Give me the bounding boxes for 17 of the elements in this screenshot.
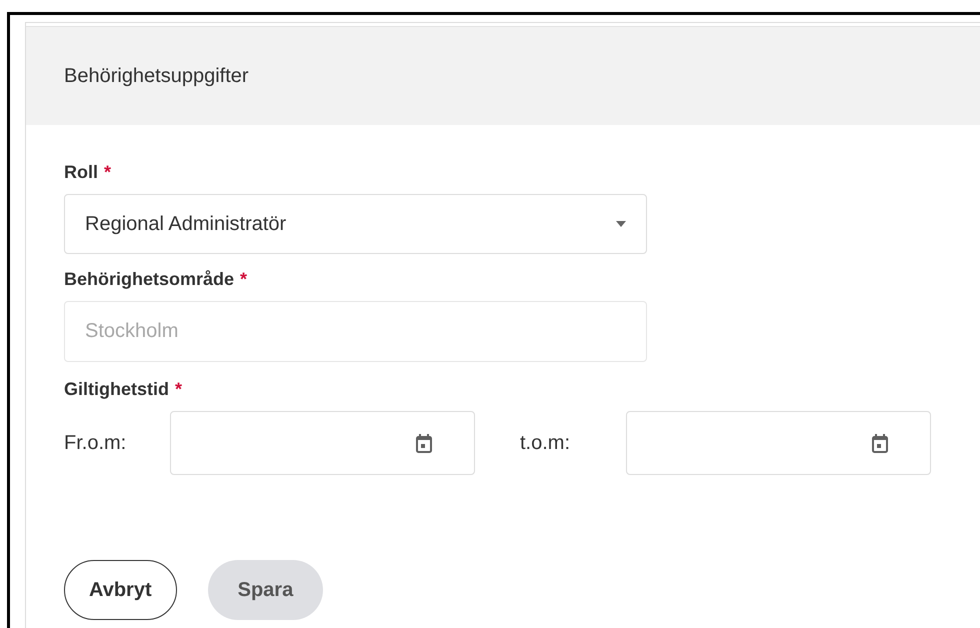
date-label: t.o.m: [520, 431, 572, 456]
date-field[interactable] [170, 411, 475, 475]
section-title: Behörighetsuppgifter [64, 64, 249, 89]
cancel-button[interactable]: Avbryt [64, 560, 177, 620]
date-field[interactable] [626, 411, 931, 475]
role-dropdown[interactable]: Regional Administratör [64, 194, 647, 254]
calendar-icon [872, 434, 888, 452]
date-label: Fr.o.m: [64, 431, 128, 456]
field-label: Giltighetstid [64, 378, 169, 401]
required-asterisk: * [240, 268, 248, 291]
caret-icon [616, 221, 626, 227]
field-label: Behörighetsområde [64, 268, 234, 291]
area-field[interactable]: Stockholm [64, 301, 647, 362]
required-asterisk: * [175, 378, 182, 401]
field-label: Roll [64, 161, 98, 184]
required-asterisk: * [104, 161, 112, 184]
calendar-icon [416, 434, 432, 452]
